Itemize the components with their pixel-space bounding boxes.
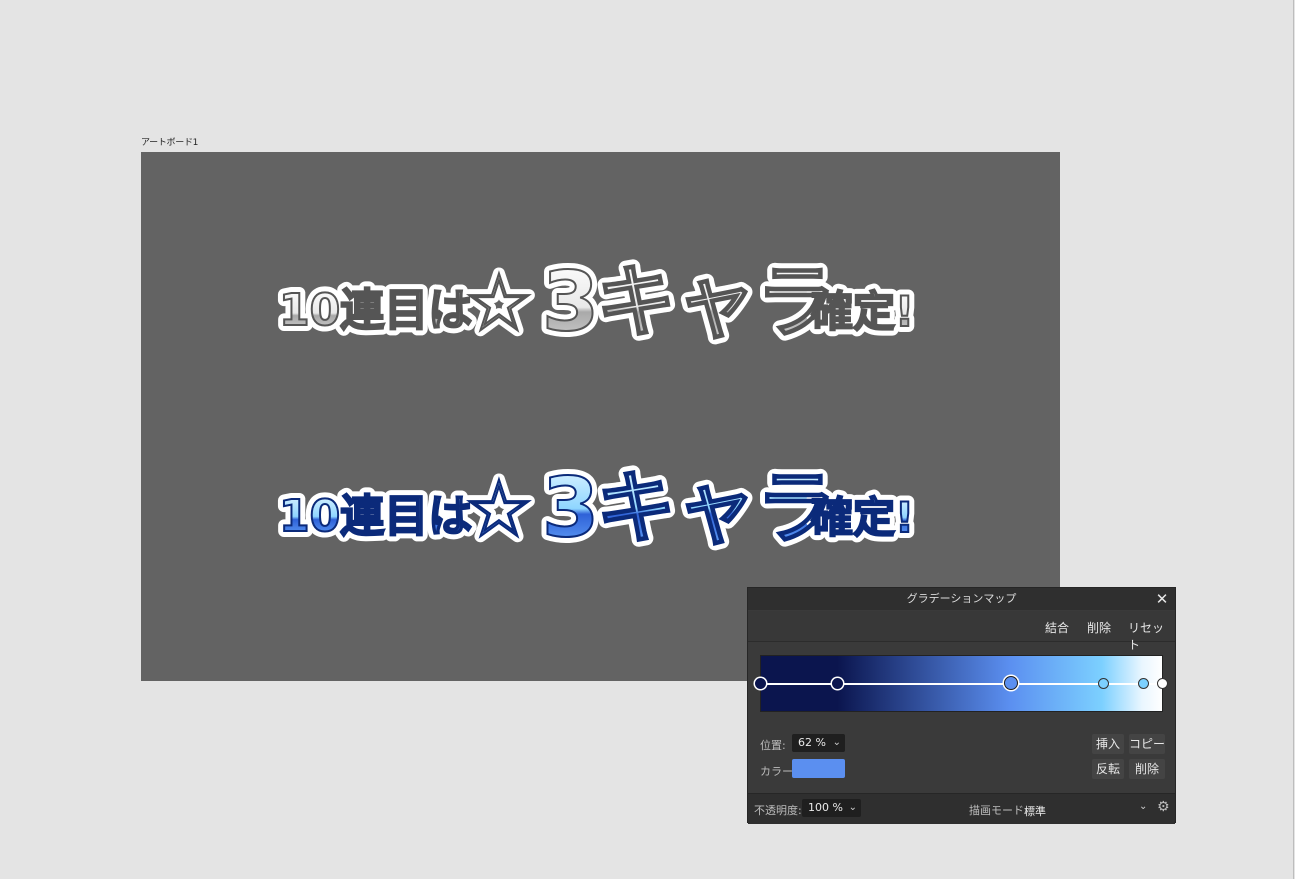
headline-blue[interactable]: 10連目は ☆ 3 キャラ 確定! 10連目は ☆ 3 キャラ 確定! (273, 452, 926, 562)
headline-silver-digit-outline: 3 (542, 255, 599, 350)
gradient-stop[interactable] (1138, 678, 1149, 689)
headline-blue-part1-outline: 10連目は (279, 491, 472, 542)
chevron-down-icon: ⌄ (848, 802, 857, 813)
insert-button[interactable]: 挿入 (1092, 734, 1124, 754)
panel-actions: 結合 削除 リセット (748, 611, 1175, 652)
headline-silver-part1-outline: 10連目は (279, 285, 472, 336)
gradient-stop[interactable] (832, 678, 843, 689)
delete-gradient-button[interactable]: 削除 (1087, 619, 1111, 636)
gradient-stop[interactable] (1157, 678, 1168, 689)
color-swatch[interactable] (792, 759, 845, 778)
panel-title: グラデーションマップ (748, 588, 1175, 610)
opacity-label: 不透明度: (754, 804, 802, 817)
blend-mode-value[interactable]: 標準 (1024, 803, 1046, 819)
gradient-stop[interactable] (755, 678, 766, 689)
headline-silver[interactable]: 10連目は ☆ 3 キャラ 確定! 10連目は ☆ 3 キャラ 確定! (273, 246, 926, 356)
gradient-stop[interactable] (1004, 676, 1018, 690)
position-dropdown[interactable]: 62 % ⌄ (792, 734, 845, 752)
headline-blue-part3-outline: 確定! (811, 493, 914, 542)
artboard-label: アートボード1 (141, 138, 199, 148)
opacity-dropdown[interactable]: 100 % ⌄ (802, 799, 861, 817)
blend-mode-label: 描画モード: (969, 804, 1028, 817)
gear-icon[interactable]: ⚙ (1157, 799, 1170, 815)
headline-silver-star-outline: ☆ (464, 259, 534, 349)
headline-blue-part2-outline: キャラ (596, 462, 836, 555)
position-label: 位置: (760, 739, 786, 752)
invert-button[interactable]: 反転 (1092, 759, 1124, 779)
gradient-map-panel[interactable]: グラデーションマップ ✕ 結合 削除 リセット 位置: 62 % ⌄ カラー: … (747, 587, 1176, 824)
merge-button[interactable]: 結合 (1045, 619, 1069, 636)
opacity-value: 100 % (808, 801, 843, 814)
reset-button[interactable]: リセット (1128, 619, 1175, 653)
chevron-down-icon: ⌄ (832, 737, 841, 748)
gradient-stop[interactable] (1098, 678, 1109, 689)
close-icon[interactable]: ✕ (1153, 590, 1171, 608)
headline-blue-digit-outline: 3 (542, 461, 599, 556)
copy-button[interactable]: コピー (1129, 734, 1165, 754)
headline-silver-part3-outline: 確定! (811, 287, 914, 336)
chevron-down-icon[interactable]: ⌄ (1139, 801, 1147, 812)
window-edge (1293, 0, 1294, 879)
delete-stop-button[interactable]: 削除 (1129, 759, 1165, 779)
gradient-editor[interactable] (755, 655, 1168, 712)
headline-silver-part2-outline: キャラ (596, 256, 836, 349)
position-value: 62 % (798, 736, 826, 749)
headline-blue-star-outline: ☆ (464, 465, 534, 555)
